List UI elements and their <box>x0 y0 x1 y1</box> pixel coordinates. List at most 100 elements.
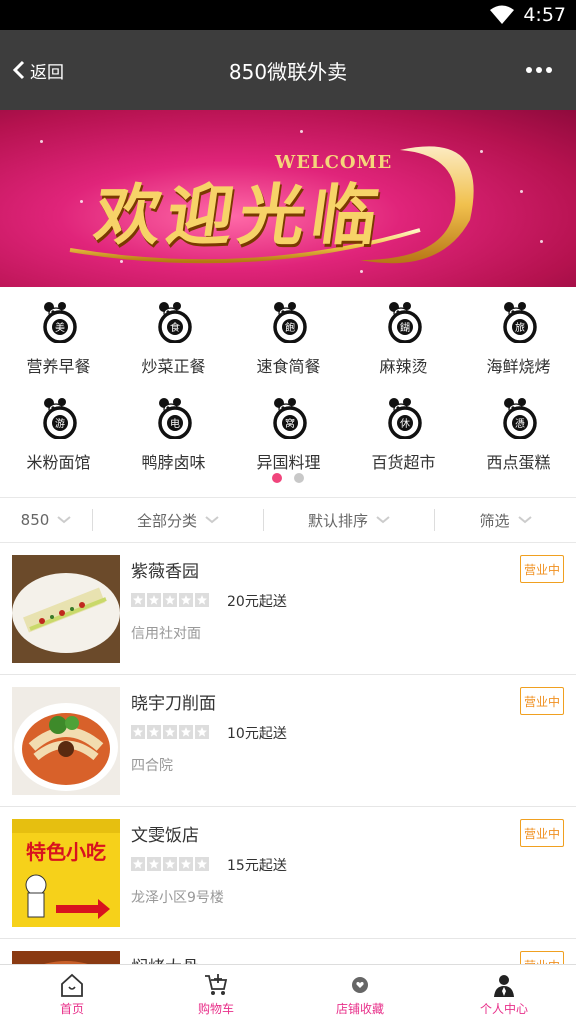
rating-star-icon <box>131 593 145 607</box>
favorite-store-icon <box>352 977 368 993</box>
category-item[interactable]: 憑西点蛋糕 <box>461 383 576 479</box>
category-item[interactable]: 美营养早餐 <box>1 287 116 383</box>
user-icon <box>494 975 514 997</box>
chevron-down-icon <box>517 516 532 524</box>
rating-star-icon <box>195 593 209 607</box>
rating-star-icon <box>131 857 145 871</box>
store-thumbnail <box>12 687 120 795</box>
category-item[interactable]: 电鸭脖卤味 <box>116 383 231 479</box>
panda-category-icon: 游 <box>40 397 78 440</box>
store-name: 晓宇刀削面 <box>131 694 216 714</box>
rating-star-icon <box>195 857 209 871</box>
filter-screen[interactable]: 筛选 <box>434 509 576 531</box>
category-label: 百货超市 <box>371 453 436 472</box>
store-status-badge: 营业中 <box>520 555 564 583</box>
panda-category-icon: 休 <box>385 397 423 440</box>
store-status-badge: 营业中 <box>520 687 564 715</box>
rating-star-icon <box>147 857 161 871</box>
panda-category-icon: 餬 <box>385 301 423 344</box>
store-row[interactable]: 紫薇香园 20元起送 信用社对面 营业中 <box>0 543 576 675</box>
filter-bar: 850 全部分类 默认排序 筛选 <box>0 497 576 543</box>
filter-location[interactable]: 850 <box>0 509 92 531</box>
category-label: 西点蛋糕 <box>486 453 551 472</box>
tab-favorites-label: 店铺收藏 <box>335 1002 384 1016</box>
cart-icon <box>205 974 228 995</box>
store-thumb-text: 特色小吃 <box>26 840 106 864</box>
pager-dot-active[interactable] <box>272 473 282 483</box>
bottom-tab-bar: 首页 购物车 店铺收藏 个人中心 <box>0 964 576 1024</box>
banner-welcome-cn: 欢迎光临 <box>89 176 389 254</box>
welcome-banner[interactable]: WELCOME 欢迎光临 <box>0 110 576 287</box>
panda-category-icon: 美 <box>40 301 78 344</box>
category-badge: 休 <box>400 418 410 430</box>
chevron-down-icon <box>57 516 71 524</box>
category-label: 营养早餐 <box>26 357 91 376</box>
back-button[interactable]: 返回 <box>12 30 64 110</box>
tab-profile-label: 个人中心 <box>479 1002 528 1016</box>
category-label: 炒菜正餐 <box>141 357 206 376</box>
tab-home-label: 首页 <box>59 1002 84 1016</box>
store-min-order: 15元起送 <box>227 858 287 874</box>
category-badge: 旅 <box>515 321 525 334</box>
category-badge: 飽 <box>285 321 295 334</box>
tab-cart[interactable]: 购物车 <box>144 965 288 1024</box>
pager-dot[interactable] <box>294 473 304 483</box>
filter-category-label: 全部分类 <box>136 511 197 530</box>
category-item[interactable]: 窝异国料理 <box>231 383 346 479</box>
category-label: 米粉面馆 <box>26 453 91 472</box>
pager-dots <box>0 473 576 483</box>
rating-star-icon <box>179 593 193 607</box>
more-icon[interactable] <box>526 30 552 110</box>
category-item[interactable]: 餬麻辣烫 <box>346 287 461 383</box>
store-address: 四合院 <box>131 758 173 774</box>
store-rating <box>131 725 209 739</box>
category-badge: 美 <box>55 321 65 334</box>
category-label: 异国料理 <box>256 453 321 472</box>
category-label: 鸭脖卤味 <box>141 453 206 472</box>
chevron-left-icon <box>12 60 25 80</box>
store-address: 龙泽小区9号楼 <box>131 890 224 906</box>
store-min-order: 20元起送 <box>227 594 287 610</box>
category-label: 速食简餐 <box>256 357 321 376</box>
category-label: 海鲜烧烤 <box>486 357 551 376</box>
home-icon <box>61 973 83 997</box>
rating-star-icon <box>131 725 145 739</box>
status-time: 4:57 <box>523 4 566 26</box>
filter-sort[interactable]: 默认排序 <box>263 509 434 531</box>
store-row[interactable]: 晓宇刀削面 10元起送四合院 营业中 <box>0 675 576 807</box>
panda-category-icon: 电 <box>155 397 193 440</box>
filter-sort-label: 默认排序 <box>307 511 368 530</box>
tab-cart-label: 购物车 <box>197 1002 234 1016</box>
back-label: 返回 <box>30 62 64 83</box>
category-item[interactable]: 飽速食简餐 <box>231 287 346 383</box>
rating-star-icon <box>147 725 161 739</box>
chevron-down-icon <box>205 516 219 524</box>
category-item[interactable]: 旅海鲜烧烤 <box>461 287 576 383</box>
rating-star-icon <box>163 857 177 871</box>
category-grid: 美营养早餐食炒菜正餐飽速食简餐餬麻辣烫旅海鲜烧烤游米粉面馆电鸭脖卤味窝异国料理休… <box>0 287 576 497</box>
category-item[interactable]: 食炒菜正餐 <box>116 287 231 383</box>
store-min-order: 10元起送 <box>227 726 287 742</box>
filter-category[interactable]: 全部分类 <box>92 509 263 531</box>
category-badge: 餬 <box>400 321 410 334</box>
rating-star-icon <box>163 593 177 607</box>
store-address: 信用社对面 <box>131 626 201 642</box>
wifi-icon <box>490 5 515 24</box>
store-rating <box>131 857 209 871</box>
category-label: 麻辣烫 <box>379 357 428 376</box>
category-item[interactable]: 休百货超市 <box>346 383 461 479</box>
store-row[interactable]: 特色小吃 文雯饭店 15元起送 龙泽小区9号楼 营业中 <box>0 807 576 939</box>
tab-profile[interactable]: 个人中心 <box>432 965 576 1024</box>
category-badge: 窝 <box>285 417 295 430</box>
page-title: 850微联外卖 <box>228 59 348 84</box>
status-bar: 4:57 <box>0 0 576 30</box>
tab-home[interactable]: 首页 <box>0 965 144 1024</box>
rating-star-icon <box>147 593 161 607</box>
store-name: 文雯饭店 <box>131 826 199 846</box>
filter-location-label: 850 <box>20 511 50 529</box>
category-item[interactable]: 游米粉面馆 <box>1 383 116 479</box>
rating-star-icon <box>195 725 209 739</box>
tab-favorites[interactable]: 店铺收藏 <box>288 965 432 1024</box>
category-badge: 憑 <box>515 418 525 430</box>
store-thumbnail: 特色小吃 <box>12 819 120 927</box>
